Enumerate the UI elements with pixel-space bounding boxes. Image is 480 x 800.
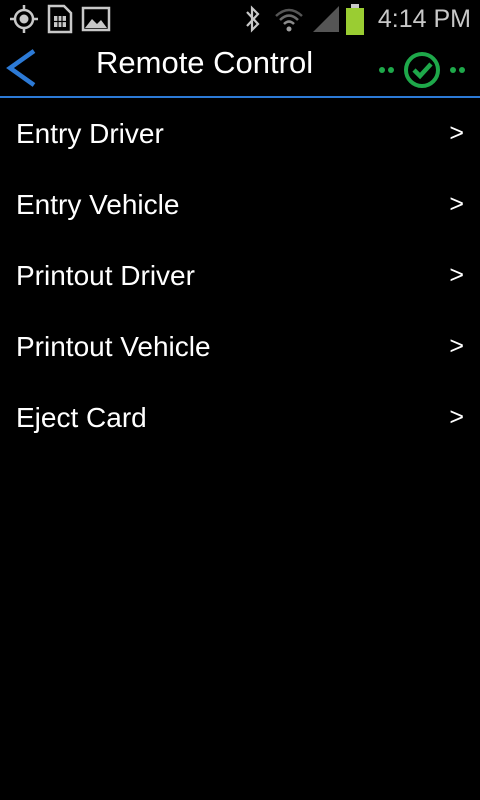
connected-check-icon[interactable] bbox=[376, 50, 468, 90]
menu-item-label: Printout Vehicle bbox=[16, 331, 211, 362]
menu-item-printout-driver[interactable]: Printout Driver > bbox=[0, 241, 480, 312]
chevron-right-icon: > bbox=[449, 119, 464, 147]
back-button[interactable] bbox=[0, 45, 44, 91]
chevron-right-icon: > bbox=[449, 332, 464, 360]
page-title: Remote Control bbox=[96, 45, 314, 80]
status-time: 4:14 PM bbox=[377, 5, 471, 33]
menu-item-printout-vehicle[interactable]: Printout Vehicle > bbox=[0, 312, 480, 383]
image-icon bbox=[81, 6, 111, 32]
menu-item-eject-card[interactable]: Eject Card > bbox=[0, 383, 480, 454]
menu-item-label: Printout Driver bbox=[16, 260, 195, 291]
chevron-right-icon: > bbox=[449, 190, 464, 218]
menu-item-entry-driver[interactable]: Entry Driver > bbox=[0, 99, 480, 170]
menu-item-entry-vehicle[interactable]: Entry Vehicle > bbox=[0, 170, 480, 241]
menu-item-label: Eject Card bbox=[16, 402, 147, 433]
battery-icon bbox=[346, 4, 364, 35]
menu-item-label: Entry Vehicle bbox=[16, 189, 180, 220]
signal-icon bbox=[313, 6, 339, 32]
chevron-left-icon bbox=[6, 49, 36, 87]
location-icon bbox=[10, 5, 38, 33]
bluetooth-icon bbox=[246, 5, 260, 33]
chevron-right-icon: > bbox=[449, 403, 464, 431]
menu-list: Entry Driver > Entry Vehicle > Printout … bbox=[0, 99, 480, 454]
sim-card-icon bbox=[47, 4, 73, 34]
chevron-right-icon: > bbox=[449, 261, 464, 289]
menu-item-label: Entry Driver bbox=[16, 118, 164, 149]
status-bar: 4:14 PM bbox=[0, 0, 480, 38]
action-bar-divider bbox=[0, 96, 480, 98]
wifi-icon bbox=[275, 8, 303, 32]
